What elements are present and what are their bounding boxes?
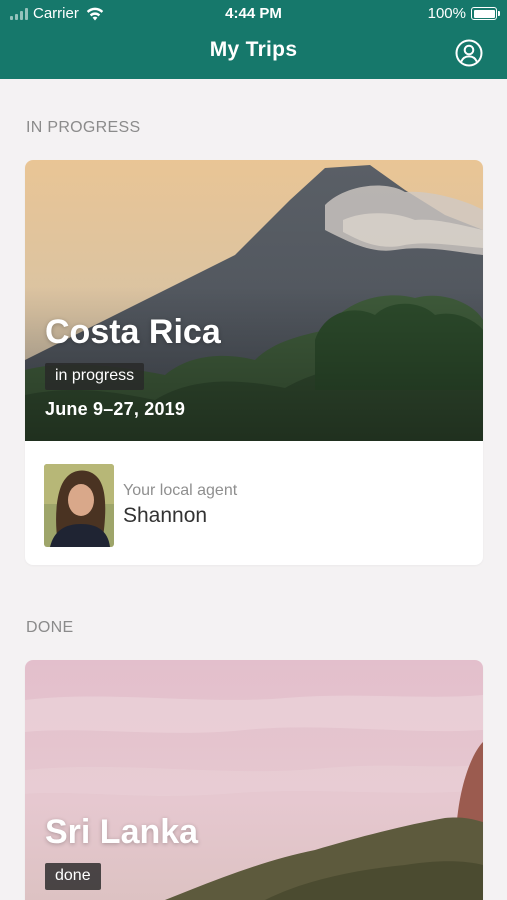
trip-name: Sri Lanka bbox=[45, 813, 199, 851]
status-right: 100% bbox=[427, 5, 500, 22]
app-header: Carrier 4:44 PM 100% My Trips bbox=[0, 0, 507, 79]
trip-name: Costa Rica bbox=[45, 313, 221, 351]
agent-caption: Your local agent bbox=[123, 482, 238, 499]
trip-hero-image: Sri Lanka done bbox=[25, 660, 483, 900]
section-heading-in-progress: IN PROGRESS bbox=[26, 119, 141, 136]
trip-dates: June 9–27, 2019 bbox=[45, 399, 186, 419]
avatar bbox=[44, 464, 114, 547]
trip-card-sri-lanka[interactable]: Sri Lanka done bbox=[25, 660, 483, 900]
trip-card-costa-rica[interactable]: Costa Rica in progress June 9–27, 2019 Y… bbox=[25, 160, 483, 565]
trip-hero-image: Costa Rica in progress June 9–27, 2019 bbox=[25, 160, 483, 441]
agent-name: Shannon bbox=[123, 504, 208, 527]
battery-icon bbox=[471, 7, 500, 20]
section-heading-done: DONE bbox=[26, 619, 74, 636]
local-agent-row[interactable]: Your local agent Shannon bbox=[25, 441, 483, 565]
page-title: My Trips bbox=[209, 38, 298, 61]
user-circle-icon[interactable] bbox=[455, 39, 483, 67]
battery-percent: 100% bbox=[427, 5, 466, 22]
status-badge: done bbox=[45, 863, 101, 890]
status-bar: Carrier 4:44 PM 100% bbox=[0, 0, 507, 28]
status-badge: in progress bbox=[45, 363, 145, 390]
